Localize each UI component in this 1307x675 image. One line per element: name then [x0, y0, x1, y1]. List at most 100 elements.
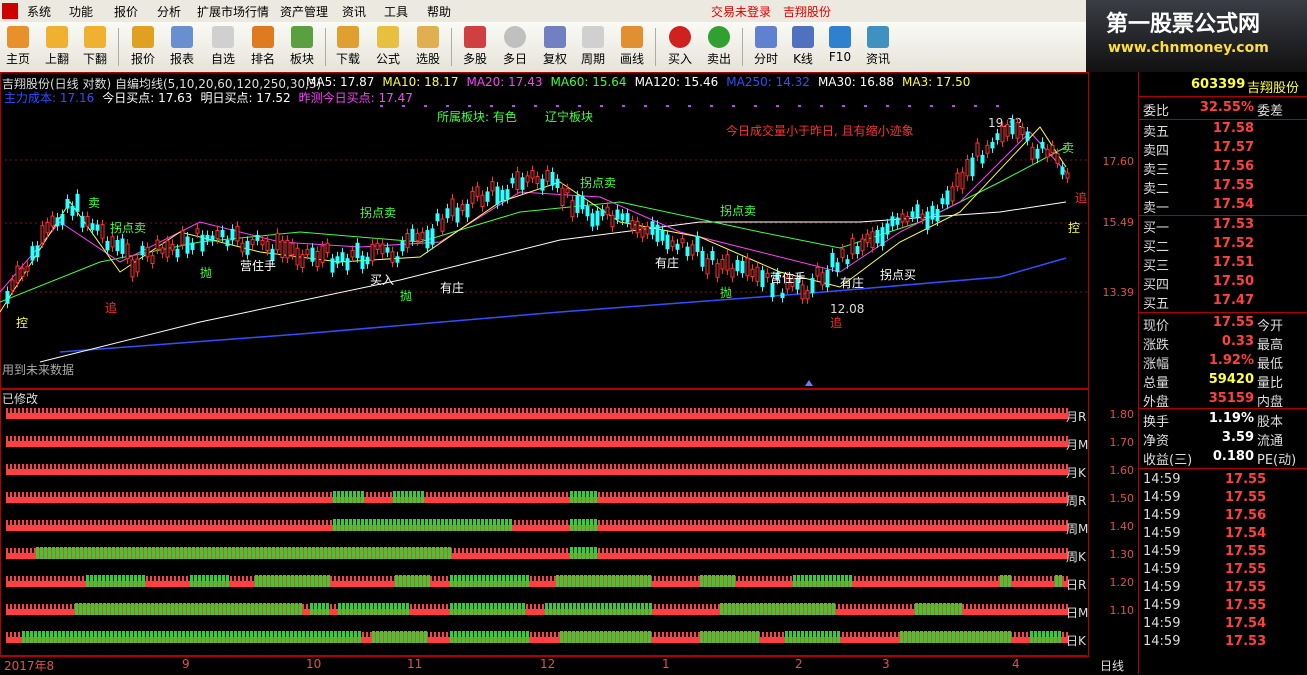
indicator-tick: [694, 520, 696, 525]
indicator-green-tick: [420, 547, 423, 559]
indicator-green-tick: [796, 603, 799, 615]
indicator-tick: [318, 464, 320, 469]
indicator-tick: [522, 520, 524, 525]
menu-function[interactable]: 功能: [69, 3, 93, 20]
indicator-tick: [962, 436, 964, 441]
draw-line-button[interactable]: 画线: [614, 24, 650, 70]
indicator-tick: [46, 604, 48, 609]
indicator-tick: [878, 436, 880, 441]
indicator-tick: [706, 408, 708, 413]
indicator-tick: [178, 492, 180, 497]
indicator-tick: [1006, 548, 1008, 553]
stock-picker-button[interactable]: 选股: [410, 24, 446, 70]
menu-system[interactable]: 系统: [27, 3, 51, 20]
indicator-tick: [198, 408, 200, 413]
trade-status[interactable]: 交易未登录: [711, 3, 771, 20]
page-down-button[interactable]: 下翻: [77, 24, 113, 70]
candle-body: [575, 195, 580, 213]
candle-body: [720, 259, 725, 270]
news-button[interactable]: 资讯: [860, 24, 896, 70]
indicator-tick: [526, 408, 528, 413]
menu-assets[interactable]: 资产管理: [280, 3, 328, 20]
indicator-tick: [970, 604, 972, 609]
menu-tools[interactable]: 工具: [384, 3, 408, 20]
period-button[interactable]: 周期: [575, 24, 611, 70]
time-axis-label: 11: [407, 657, 423, 671]
indicator-green-tick: [915, 603, 918, 615]
indicator-tick: [766, 548, 768, 553]
indicator-green-tick: [119, 603, 122, 615]
indicator-tick: [486, 548, 488, 553]
indicator-tick: [194, 520, 196, 525]
indicator-green-tick: [813, 575, 816, 587]
indicator-green-tick: [110, 631, 113, 643]
indicator-tick: [806, 464, 808, 469]
kline-chart[interactable]: 吉翔股份(日线 对数) 自编均线(5,10,20,60,120,250,30,3…: [0, 72, 1138, 674]
quote-button[interactable]: 报价: [125, 24, 161, 70]
indicator-tick: [670, 604, 672, 609]
intraday-button[interactable]: 分时: [748, 24, 784, 70]
indicator-green-tick: [801, 575, 804, 587]
multi-stock-button[interactable]: 多股: [457, 24, 493, 70]
period-label[interactable]: 日线: [1100, 657, 1124, 674]
home-button[interactable]: 主页: [0, 24, 36, 70]
indicator-tick: [890, 520, 892, 525]
indicator-green-tick: [405, 519, 408, 531]
indicator-green-tick: [592, 575, 595, 587]
indicator-green-tick: [716, 631, 719, 643]
indicator-tick: [586, 436, 588, 441]
sell-button[interactable]: 卖出: [701, 24, 737, 70]
watchlist-button[interactable]: 自选: [205, 24, 241, 70]
tick-price: 17.54: [1225, 616, 1267, 631]
report-button[interactable]: 报表: [164, 24, 200, 70]
indicator-tick: [542, 492, 544, 497]
menu-quote[interactable]: 报价: [114, 3, 138, 20]
menu-analysis[interactable]: 分析: [157, 3, 181, 20]
candle-body: [780, 292, 785, 299]
kline-button[interactable]: K线: [785, 24, 821, 70]
indicator-tick: [546, 436, 548, 441]
indicator-tick: [618, 408, 620, 413]
time-axis-label: 9: [182, 657, 190, 671]
indicator-tick: [558, 464, 560, 469]
indicator-tick: [654, 492, 656, 497]
indicator-green-tick: [287, 575, 290, 587]
indicator-tick: [26, 576, 28, 581]
formula-button[interactable]: 公式: [370, 24, 406, 70]
indicator-tick: [166, 464, 168, 469]
indicator-tick: [902, 576, 904, 581]
indicator-tick: [710, 436, 712, 441]
indicator-tick: [334, 408, 336, 413]
indicator-green-tick: [283, 575, 286, 587]
arrow-up-icon: [46, 26, 68, 48]
indicator-tick: [186, 492, 188, 497]
indicator-tick: [598, 548, 600, 553]
indicator-tick: [386, 436, 388, 441]
page-up-button[interactable]: 上翻: [39, 24, 75, 70]
indicator-tick: [46, 492, 48, 497]
indicator-row-bar: [6, 581, 1068, 587]
buy-button[interactable]: 买入: [662, 24, 698, 70]
sector-button[interactable]: 板块: [284, 24, 320, 70]
indicator-green-tick: [323, 575, 326, 587]
f10-button[interactable]: F10: [822, 24, 858, 70]
download-button[interactable]: 下载: [330, 24, 366, 70]
candle-body: [765, 272, 770, 278]
menu-extended-market[interactable]: 扩展市场行情: [197, 3, 269, 20]
indicator-green-tick: [817, 631, 820, 643]
indicator-tick: [670, 520, 672, 525]
indicator-tick: [674, 576, 676, 581]
ranking-button[interactable]: 排名: [245, 24, 281, 70]
indicator-row-label: 周R: [1066, 494, 1087, 508]
menu-help[interactable]: 帮助: [427, 3, 451, 20]
indicator-green-tick: [590, 491, 593, 503]
indicator-tick: [430, 576, 432, 581]
indicator-tick: [726, 492, 728, 497]
adjust-button[interactable]: 复权: [537, 24, 573, 70]
quote-row-label: 卖二: [1143, 182, 1170, 197]
indicator-tick: [366, 632, 368, 637]
multi-day-button[interactable]: 多日: [497, 24, 533, 70]
indicator-tick: [1038, 604, 1040, 609]
quote-row-label: 卖一: [1143, 201, 1170, 216]
menu-info[interactable]: 资讯: [342, 3, 366, 20]
